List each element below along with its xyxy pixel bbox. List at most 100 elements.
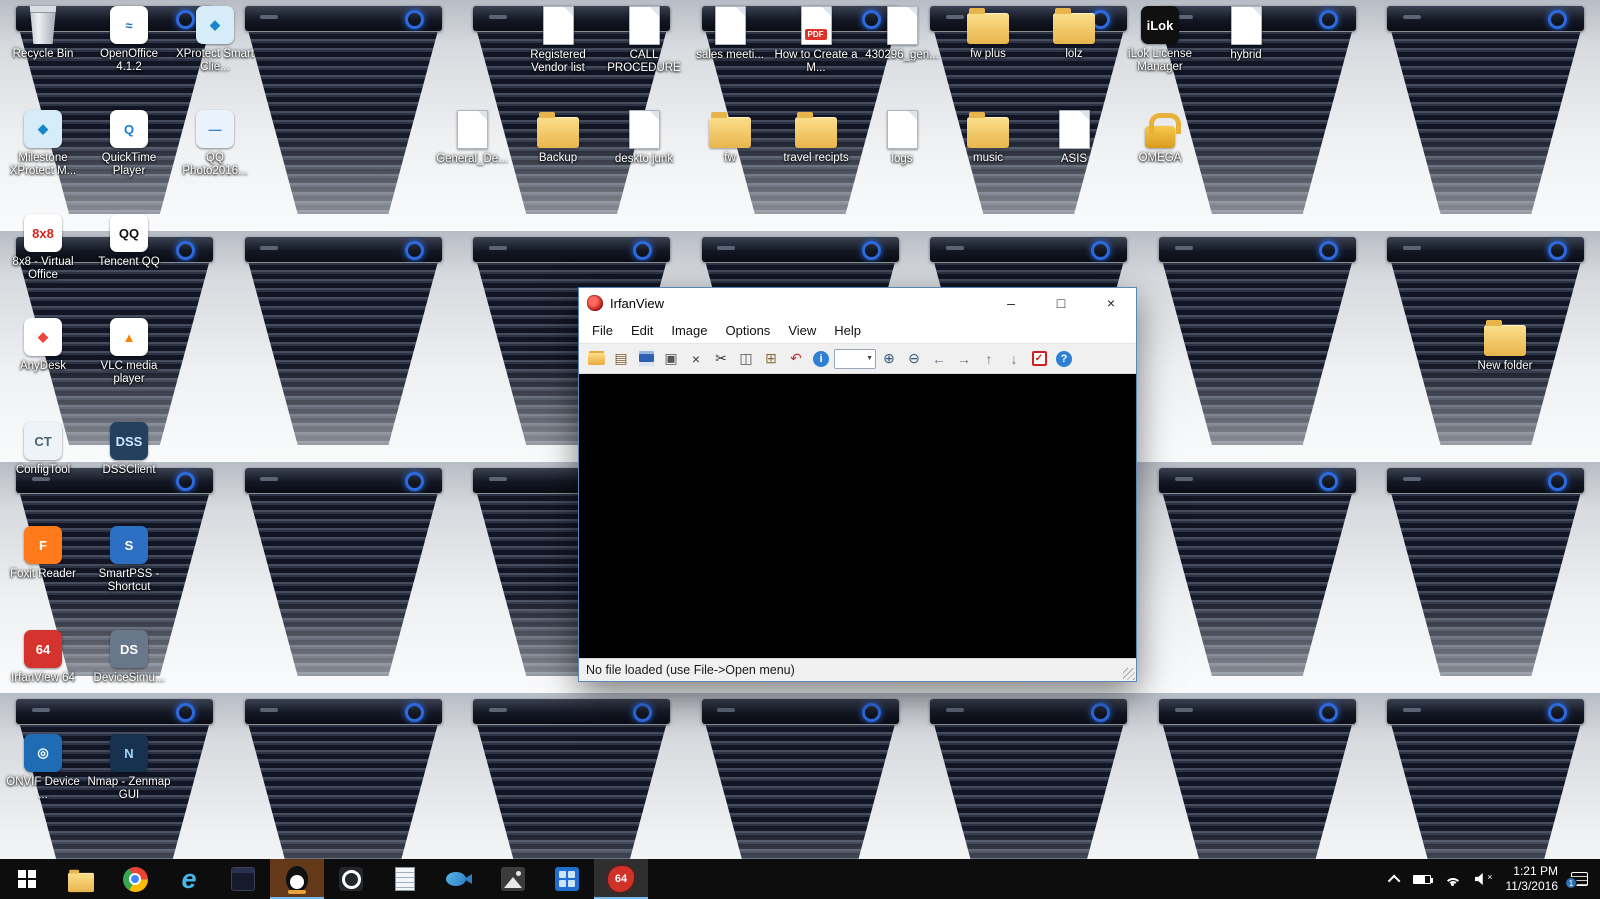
taskbar-console-app[interactable]: [216, 859, 270, 899]
taskbar-cms-app[interactable]: [540, 859, 594, 899]
toolbar-next-button[interactable]: →: [952, 347, 976, 371]
resize-grip[interactable]: [1123, 668, 1135, 680]
menu-image[interactable]: Image: [662, 319, 716, 343]
ilok-license-manager-desktop-icon[interactable]: iLokiLok License Manager: [1117, 6, 1203, 74]
icon-label: music: [973, 152, 1003, 165]
xprotect-smart-client-desktop-icon[interactable]: ◆XProtect Smart Clie...: [172, 6, 258, 74]
toolbar-thumbnails-button[interactable]: ▤: [609, 347, 633, 371]
taskbar-internet-explorer[interactable]: e: [162, 859, 216, 899]
icon-label: How to Create a M...: [774, 49, 858, 75]
irfanview-window[interactable]: IrfanView – □ × FileEditImageOptionsView…: [578, 287, 1137, 682]
image-area[interactable]: [579, 374, 1136, 658]
toolbar-open-button[interactable]: [584, 347, 608, 371]
window-titlebar[interactable]: IrfanView – □ ×: [579, 288, 1136, 318]
toolbar-copy-button[interactable]: ◫: [734, 347, 758, 371]
console-app-icon: [231, 867, 255, 891]
toolbar-cut-button[interactable]: ✂: [709, 347, 733, 371]
maximize-button[interactable]: □: [1036, 288, 1086, 318]
anydesk-desktop-icon[interactable]: ◆AnyDesk: [0, 318, 86, 373]
toolbar-zoom-out-button[interactable]: ⊖: [902, 347, 926, 371]
logs-desktop-icon[interactable]: logs: [859, 110, 945, 166]
toolbar-info-button[interactable]: i: [809, 347, 833, 371]
asis-desktop-icon[interactable]: ASIS: [1031, 110, 1117, 166]
fw-plus-desktop-icon[interactable]: fw plus: [945, 6, 1031, 61]
menu-edit[interactable]: Edit: [622, 319, 662, 343]
taskbar-chrome[interactable]: [108, 859, 162, 899]
openoffice-desktop-icon[interactable]: ≈OpenOffice 4.1.2: [86, 6, 172, 74]
quicktime-player-desktop-icon[interactable]: QQuickTime Player: [86, 110, 172, 178]
hybrid-desktop-icon[interactable]: hybrid: [1203, 6, 1289, 62]
taskbar-photos[interactable]: [486, 859, 540, 899]
how-to-create-desktop-icon[interactable]: PDF How to Create a M...: [773, 6, 859, 75]
volume-icon[interactable]: ×: [1475, 872, 1493, 886]
menu-file[interactable]: File: [583, 319, 622, 343]
icon-label: ONVIF Device ...: [1, 776, 85, 802]
taskbar-tencent-qq[interactable]: [270, 859, 324, 899]
fish-app-icon: [446, 870, 472, 888]
menu-view[interactable]: View: [779, 319, 825, 343]
8x8-virtual-office-desktop-icon[interactable]: 8x88x8 - Virtual Office: [0, 214, 86, 282]
toolbar-print-button[interactable]: ▣: [659, 347, 683, 371]
icon-label: XProtect Smart Clie...: [173, 48, 257, 74]
toolbar-page-up-button[interactable]: ↑: [977, 347, 1001, 371]
media-app-icon: [339, 867, 363, 891]
taskbar-fish-app[interactable]: [432, 859, 486, 899]
taskbar-items: e 64: [0, 859, 648, 899]
deskto-junk-desktop-icon[interactable]: deskto junk: [601, 110, 687, 166]
toolbar-help-button[interactable]: ?: [1052, 347, 1076, 371]
omega-desktop-icon[interactable]: OMEGA: [1117, 110, 1203, 165]
taskbar-irfanview-64[interactable]: 64: [594, 859, 648, 899]
onvif-device-desktop-icon[interactable]: ◎ONVIF Device ...: [0, 734, 86, 802]
menu-help[interactable]: Help: [825, 319, 870, 343]
icon-label: ASIS: [1061, 153, 1087, 166]
nmap-zenmap-gui-desktop-icon[interactable]: NNmap - Zenmap GUI: [86, 734, 172, 802]
qq-photo2016-desktop-icon[interactable]: —QQ Photo2016...: [172, 110, 258, 178]
dssclient-desktop-icon[interactable]: DSSDSSClient: [86, 422, 172, 477]
lolz-desktop-icon[interactable]: lolz: [1031, 6, 1117, 61]
toolbar-zoom-in-button[interactable]: ⊕: [877, 347, 901, 371]
toolbar-zoom-box-button[interactable]: ▼: [834, 349, 876, 369]
music-desktop-icon[interactable]: music: [945, 110, 1031, 165]
smartpss-shortcut-desktop-icon[interactable]: SSmartPSS - Shortcut: [86, 526, 172, 594]
taskbar-file-explorer[interactable]: [54, 859, 108, 899]
toolbar-delete-button[interactable]: ×: [684, 347, 708, 371]
430296-gen-desktop-icon[interactable]: 430296_gen...: [859, 6, 945, 62]
smartpss-shortcut-icon: S: [110, 526, 148, 564]
document-icon: [457, 110, 488, 149]
close-button[interactable]: ×: [1086, 288, 1136, 318]
pdf-icon: PDF: [801, 6, 832, 45]
taskbar-start[interactable]: [0, 859, 54, 899]
minimize-button[interactable]: –: [986, 288, 1036, 318]
general-de-desktop-icon[interactable]: General_De...: [429, 110, 515, 166]
network-icon[interactable]: [1444, 872, 1462, 886]
backup-desktop-icon[interactable]: Backup: [515, 110, 601, 165]
configtool-desktop-icon[interactable]: CTConfigTool: [0, 422, 86, 477]
milestone-xprotect-desktop-icon[interactable]: ◆Milestone XProtect M...: [0, 110, 86, 178]
toolbar-save-button[interactable]: [634, 347, 658, 371]
fw-desktop-icon[interactable]: fw: [687, 110, 773, 165]
new-folder-desktop-icon[interactable]: New folder: [1462, 318, 1548, 373]
toolbar-batch-check-button[interactable]: ✓: [1027, 347, 1051, 371]
toolbar-paste-button[interactable]: ⊞: [759, 347, 783, 371]
foxit-reader-desktop-icon[interactable]: FFoxit Reader: [0, 526, 86, 581]
icon-label: New folder: [1478, 360, 1533, 373]
battery-icon[interactable]: [1413, 875, 1431, 884]
toolbar-prev-button[interactable]: ←: [927, 347, 951, 371]
toolbar-undo-button[interactable]: ↶: [784, 347, 808, 371]
taskbar-media-app[interactable]: [324, 859, 378, 899]
sales-meeting-desktop-icon[interactable]: sales meeti...: [687, 6, 773, 62]
menu-options[interactable]: Options: [717, 319, 780, 343]
call-procedure-desktop-icon[interactable]: CALL PROCEDURE: [601, 6, 687, 75]
taskbar-notepad[interactable]: [378, 859, 432, 899]
recycle-bin-desktop-icon[interactable]: Recycle Bin: [0, 6, 86, 61]
devicesimu-desktop-icon[interactable]: DSDeviceSimu...: [86, 630, 172, 685]
tray-chevron-up-icon[interactable]: [1387, 874, 1400, 887]
clock[interactable]: 1:21 PM 11/3/2016: [1506, 864, 1559, 894]
registered-vendor-list-desktop-icon[interactable]: Registered Vendor list: [515, 6, 601, 75]
irfanview-64-desktop-desktop-icon[interactable]: 64IrfanView 64: [0, 630, 86, 685]
toolbar-page-down-button[interactable]: ↓: [1002, 347, 1026, 371]
travel-recipts-desktop-icon[interactable]: travel recipts: [773, 110, 859, 165]
notification-icon[interactable]: 1: [1571, 872, 1588, 886]
vlc-media-player-desktop-icon[interactable]: ▲VLC media player: [86, 318, 172, 386]
tencent-qq-desktop-icon[interactable]: QQTencent QQ: [86, 214, 172, 269]
